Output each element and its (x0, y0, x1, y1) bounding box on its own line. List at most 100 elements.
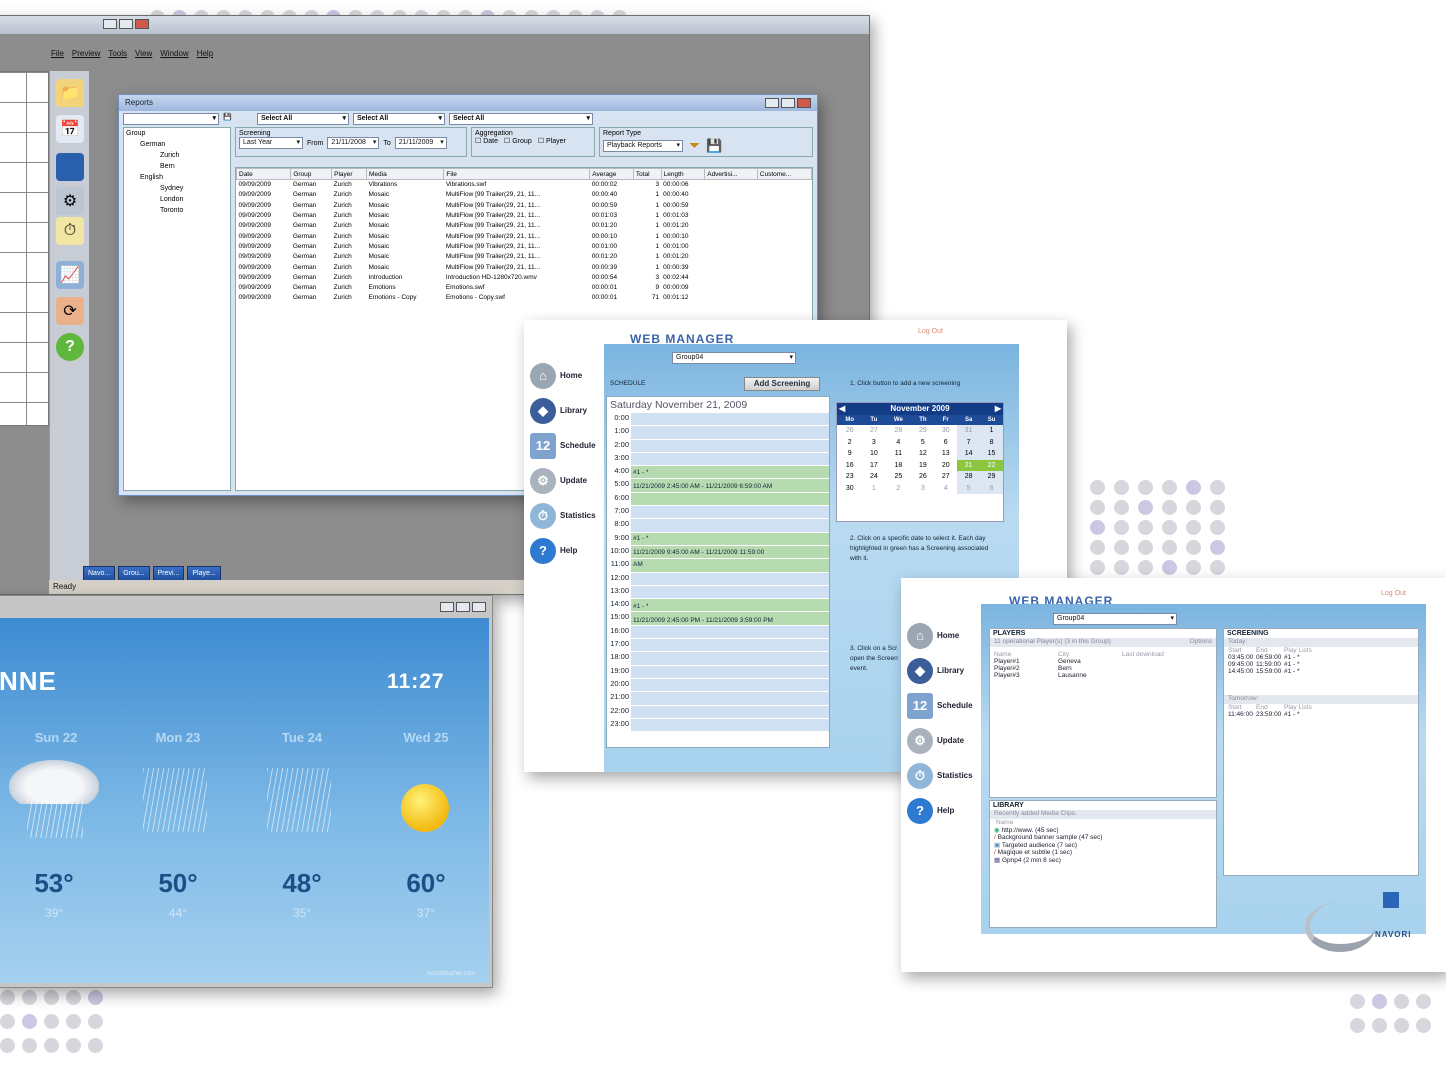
calendar-day[interactable]: 9 (837, 448, 862, 460)
hour-row[interactable]: 20:00 (607, 678, 829, 693)
hour-slot[interactable] (631, 466, 829, 480)
event-label[interactable]: #1 - * (633, 603, 649, 610)
calendar-day[interactable]: 22 (980, 459, 1003, 471)
folder-icon[interactable]: 📁 (56, 79, 84, 107)
prev-month-icon[interactable]: ◀ (837, 403, 845, 415)
library-item[interactable]: ▣ Targeted audience (7 sec) (990, 841, 1216, 849)
options-link[interactable]: Options (1190, 638, 1212, 645)
calendar-day[interactable]: 21 (957, 459, 981, 471)
hour-slot[interactable] (631, 652, 829, 666)
calendar-day[interactable]: 18 (885, 460, 911, 472)
tree-item[interactable]: Zurich (126, 152, 228, 163)
calendar-day[interactable]: 16 (837, 460, 862, 472)
group-select[interactable]: Group04 (1053, 613, 1177, 625)
menu-help[interactable]: Help (197, 49, 213, 63)
hour-slot[interactable] (631, 705, 829, 719)
hour-slot[interactable] (631, 426, 829, 440)
event-label[interactable]: 11/21/2009 2:45:00 AM - 11/21/2009 6:59:… (633, 483, 772, 490)
hour-slot[interactable] (631, 692, 829, 706)
hour-slot[interactable] (631, 519, 829, 533)
app-window-controls[interactable] (103, 19, 149, 29)
calendar-day[interactable]: 10 (862, 448, 885, 460)
menu-tools[interactable]: Tools (108, 49, 127, 63)
help-icon[interactable]: ? (56, 333, 84, 361)
table-row[interactable]: 09/09/2009 German Zurich Mosaic MultiFlow [9… (237, 262, 812, 272)
hour-slot[interactable] (631, 625, 829, 640)
hour-slot[interactable] (631, 678, 829, 693)
calendar-day[interactable]: 30 (934, 425, 957, 437)
tree-item[interactable]: Bern (126, 163, 228, 174)
chart-icon[interactable]: 📈 (56, 261, 84, 289)
calendar-day[interactable]: 2 (837, 437, 862, 449)
hour-row[interactable]: 22:00 (607, 705, 829, 719)
weather-credit[interactable]: AccuWeather.com (426, 971, 475, 977)
calendar-day[interactable]: 1 (862, 483, 885, 495)
calendar-day[interactable]: 1 (980, 425, 1003, 437)
hour-row[interactable]: 7:00 (607, 506, 829, 520)
hour-row[interactable]: 16:00 (607, 625, 829, 640)
table-row[interactable]: 09/09/2009 German Zurich Mosaic MultiFlow [9… (237, 252, 812, 262)
nav-statistics[interactable]: ⏱ Statistics (530, 498, 596, 533)
nav-schedule[interactable]: 12 Schedule (907, 688, 973, 723)
hour-row[interactable]: 19:00 (607, 665, 829, 679)
calendar-day[interactable]: 29 (980, 471, 1003, 483)
hour-slot[interactable] (631, 599, 829, 613)
event-label[interactable]: 11/21/2009 9:45:00 AM - 11/21/2009 11:59… (633, 549, 764, 556)
calendar-day[interactable]: 11 (885, 448, 911, 460)
next-month-icon[interactable]: ▶ (995, 403, 1003, 415)
select-all-2[interactable]: Select All (353, 113, 445, 125)
calendar-day[interactable]: 7 (957, 436, 981, 448)
calendar-day[interactable]: 3 (911, 483, 934, 495)
table-row[interactable]: 09/09/2009 German Zurich Mosaic MultiFlow [9… (237, 200, 812, 210)
agg-player-checkbox[interactable]: ☐ Player (538, 137, 566, 145)
calendar-day[interactable]: 19 (911, 460, 934, 472)
hour-row[interactable]: 1:00 (607, 426, 829, 440)
calendar-icon[interactable]: 📅 (56, 115, 84, 143)
calendar-day[interactable]: 4 (934, 483, 957, 495)
hour-row[interactable]: 0:00 (607, 413, 829, 427)
calendar-day[interactable]: 14 (957, 448, 981, 460)
hour-slot[interactable] (631, 413, 829, 427)
table-row[interactable]: 09/09/2009 German Zurich Mosaic MultiFlow [9… (237, 231, 812, 241)
logout-link[interactable]: Log Out (1381, 590, 1406, 597)
event-label[interactable]: AM (633, 561, 643, 568)
table-row[interactable]: 09/09/2009 German Zurich Mosaic MultiFlow [9… (237, 210, 812, 220)
refresh-icon[interactable]: ⟳ (56, 297, 84, 325)
table-row[interactable]: 09/09/2009 German Zurich Emotions - Copy Emo… (237, 293, 812, 303)
column-header[interactable]: Average (589, 168, 634, 180)
nav-home[interactable]: ⌂ Home (530, 358, 596, 393)
column-header[interactable]: Length (660, 168, 706, 180)
library-item[interactable]: ▦ Gpnp4 (2 min 8 sec) (990, 856, 1216, 864)
menu-file[interactable]: File (51, 49, 64, 63)
calendar-day[interactable]: 20 (934, 460, 957, 472)
monitor-icon[interactable] (56, 153, 84, 181)
column-header[interactable]: Custome... (756, 168, 812, 180)
library-item[interactable]: / Background banner sample (47 sec) (990, 834, 1216, 841)
hour-slot[interactable] (631, 585, 829, 600)
calendar-day[interactable]: 13 (934, 448, 957, 460)
clock-icon[interactable]: ⏱ (56, 217, 84, 245)
table-row[interactable]: 09/09/2009 German Zurich Mosaic MultiFlow [9… (237, 241, 812, 251)
hour-slot[interactable] (631, 559, 829, 573)
hour-slot[interactable] (631, 439, 829, 453)
nav-schedule[interactable]: 12 Schedule (530, 428, 596, 463)
table-row[interactable]: 09/09/2009 German Zurich Mosaic MultiFlow [9… (237, 190, 812, 200)
report-type-select[interactable]: Playback Reports (603, 139, 683, 152)
calendar-day[interactable]: 6 (934, 437, 957, 449)
agg-group-checkbox[interactable]: ☐ Group (504, 137, 532, 145)
library-item[interactable]: / Magique et subtile (1 sec) (990, 849, 1216, 856)
tree-item[interactable]: Group (126, 130, 228, 141)
player-row[interactable]: Player#1 Geneva (990, 658, 1216, 665)
select-all-3[interactable]: Select All (449, 113, 593, 125)
hour-row[interactable]: 12:00 (607, 572, 829, 586)
column-header[interactable]: Media (365, 168, 445, 180)
player-row[interactable]: Player#2 Bern (990, 665, 1216, 672)
table-row[interactable]: 09/09/2009 German Zurich Vibrations Vibratio… (237, 180, 812, 190)
screening-row[interactable]: 14:45:00 15:59:00 #1 - * (1224, 668, 1418, 675)
hour-row[interactable]: 6:00 (607, 492, 829, 507)
table-row[interactable]: 09/09/2009 German Zurich Emotions Emotions.s… (237, 282, 812, 292)
calendar-day[interactable]: 6 (980, 482, 1003, 494)
nav-help[interactable]: ? Help (530, 533, 596, 568)
column-header[interactable]: Total (632, 168, 662, 180)
column-header[interactable]: Advertisi... (704, 168, 758, 180)
